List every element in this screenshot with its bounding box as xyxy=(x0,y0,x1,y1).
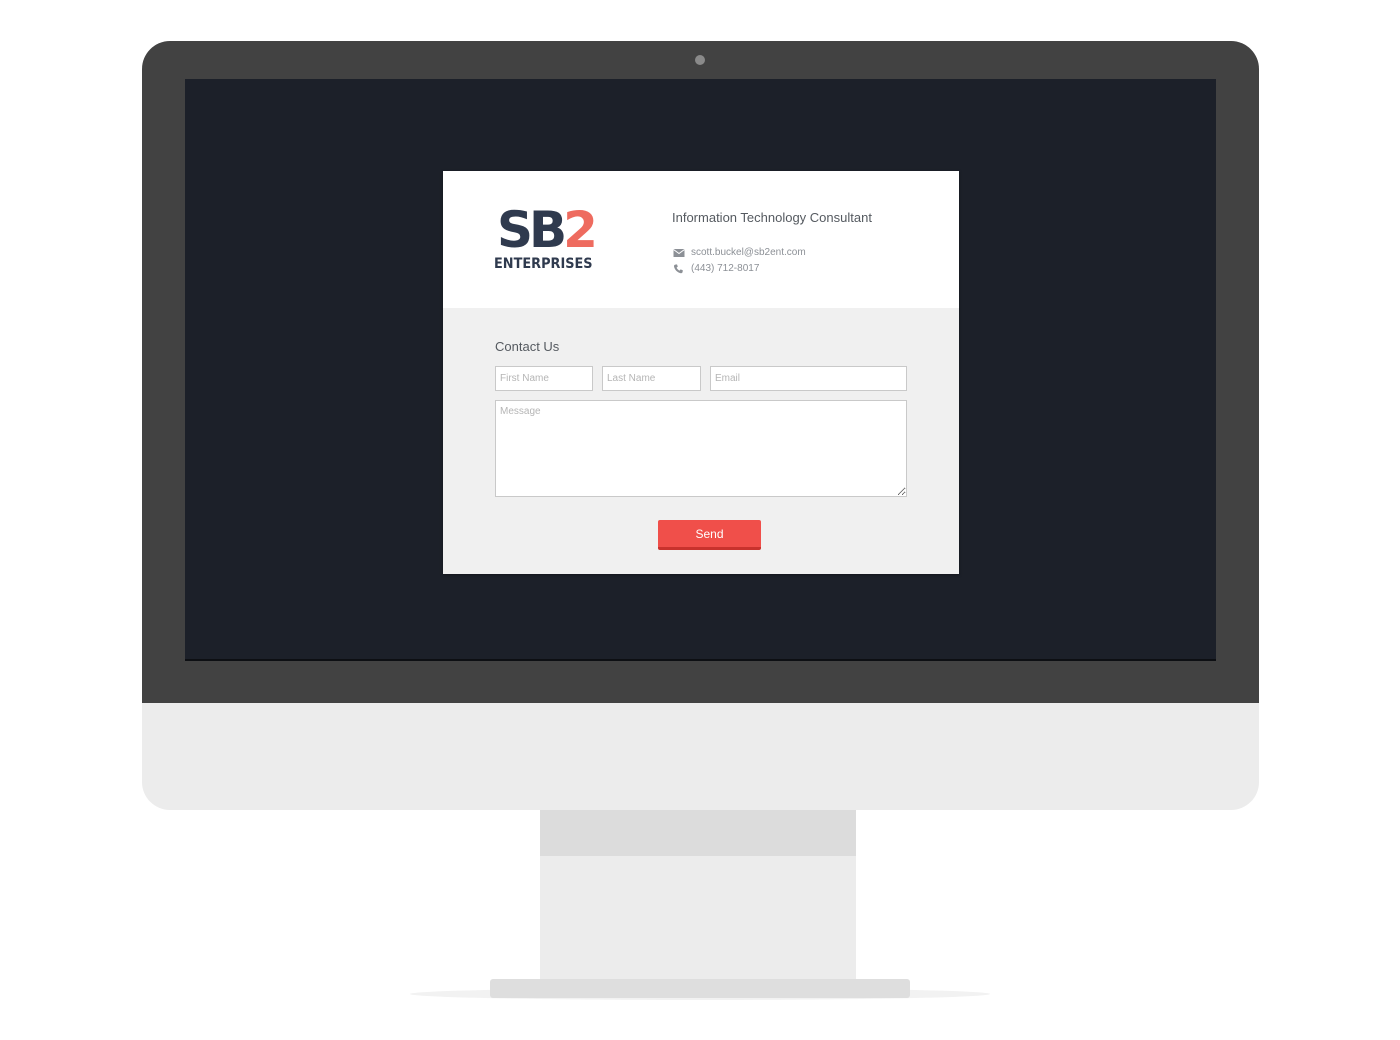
logo-wordmark: ENTERPRISES xyxy=(494,256,593,272)
contact-form: Contact Us Send xyxy=(443,308,959,574)
contact-email-text[interactable]: scott.buckel@sb2ent.com xyxy=(691,247,806,258)
email-input[interactable] xyxy=(710,366,907,391)
monitor-mockup: SB2 ENTERPRISES Information Technology C… xyxy=(0,0,1400,1040)
form-title: Contact Us xyxy=(495,339,560,354)
monitor-stand-base xyxy=(490,979,910,998)
send-button[interactable]: Send xyxy=(658,520,761,550)
first-name-input[interactable] xyxy=(495,366,593,391)
monitor-chin xyxy=(142,703,1259,810)
last-name-input[interactable] xyxy=(602,366,701,391)
monitor-stand-shadow xyxy=(540,810,856,856)
message-textarea[interactable] xyxy=(495,400,907,497)
logo-mark: SB2 xyxy=(497,205,598,255)
contact-phone[interactable]: (443) 712-8017 xyxy=(673,263,759,274)
phone-icon xyxy=(673,263,685,274)
camera-icon xyxy=(695,55,705,65)
card-header: SB2 ENTERPRISES Information Technology C… xyxy=(443,171,959,308)
contact-phone-text[interactable]: (443) 712-8017 xyxy=(691,263,759,274)
contact-email[interactable]: scott.buckel@sb2ent.com xyxy=(673,247,806,258)
envelope-icon xyxy=(673,248,685,258)
logo-mark-primary: SB xyxy=(497,201,567,259)
company-tagline: Information Technology Consultant xyxy=(672,210,872,225)
contact-card: SB2 ENTERPRISES Information Technology C… xyxy=(443,171,959,574)
company-logo: SB2 ENTERPRISES xyxy=(493,205,598,275)
logo-mark-accent: 2 xyxy=(563,201,598,259)
